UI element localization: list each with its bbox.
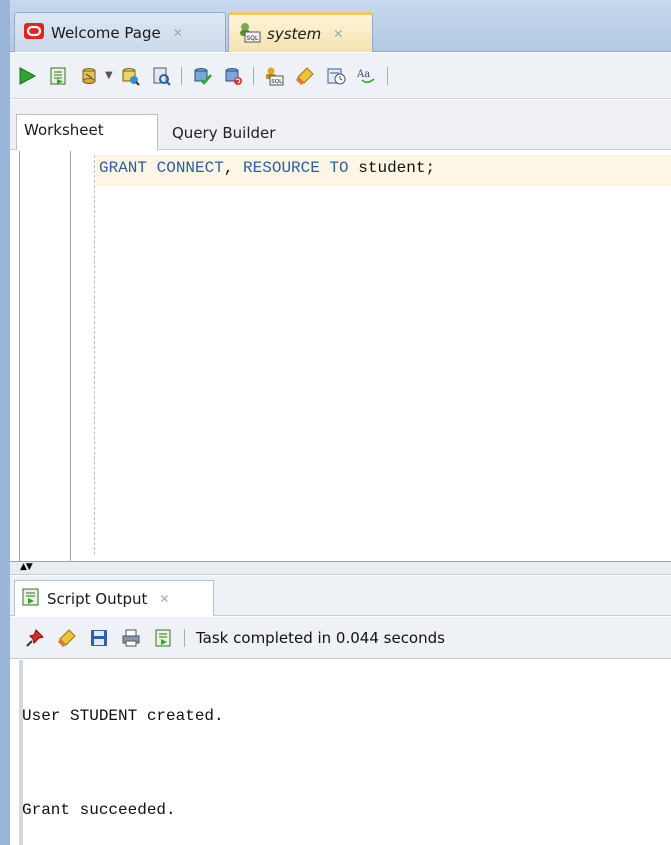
to-upper-lower-icon[interactable]: Aa — [356, 65, 378, 87]
rollback-icon[interactable] — [222, 65, 244, 87]
svg-text:Aa: Aa — [356, 69, 370, 80]
close-icon[interactable]: ✕ — [333, 27, 343, 41]
close-icon[interactable]: ✕ — [159, 592, 169, 606]
sql-tuning-icon[interactable] — [150, 65, 172, 87]
sql-keyword: GRANT CONNECT — [99, 159, 224, 177]
open-script-icon[interactable] — [152, 627, 174, 649]
output-line: Grant succeeded. — [22, 801, 176, 819]
script-output-area[interactable]: User STUDENT created. Grant succeeded. — [10, 660, 671, 845]
tab-system-label: system — [267, 24, 322, 43]
line-gutter — [19, 151, 71, 561]
autotrace-icon[interactable] — [78, 65, 100, 87]
output-tab-strip: Script Output ✕ — [10, 576, 671, 616]
tab-welcome-page[interactable]: Welcome Page ✕ — [14, 12, 226, 52]
worksheet-subtabs: Worksheet Query Builder — [10, 100, 671, 150]
svg-text:SQL: SQL — [271, 79, 283, 85]
output-line: User STUDENT created. — [22, 707, 224, 725]
run-statement-icon[interactable] — [16, 65, 38, 87]
sql-editor[interactable]: GRANT CONNECT, RESOURCE TO student; — [10, 151, 671, 561]
oracle-logo-icon — [23, 22, 45, 44]
output-toolbar: Task completed in 0.044 seconds — [10, 617, 671, 659]
clear-icon[interactable] — [294, 65, 316, 87]
sql-history-icon[interactable] — [325, 65, 347, 87]
chevron-down-icon[interactable]: ▼ — [105, 70, 113, 81]
worksheet-toolbar: ▼ SQL Aa — [10, 53, 671, 99]
tab-script-output[interactable]: Script Output ✕ — [14, 580, 214, 616]
close-icon[interactable]: ✕ — [173, 26, 183, 40]
sql-keyword: RESOURCE TO — [243, 159, 349, 177]
toolbar-separator — [386, 66, 388, 85]
explain-plan-icon[interactable] — [119, 65, 141, 87]
sql-identifier: student; — [348, 159, 436, 177]
toolbar-separator — [252, 66, 254, 85]
commit-icon[interactable] — [191, 65, 213, 87]
tab-worksheet[interactable]: Worksheet — [16, 114, 158, 150]
save-icon[interactable] — [88, 627, 110, 649]
print-icon[interactable] — [120, 627, 142, 649]
tab-welcome-label: Welcome Page — [51, 23, 161, 42]
unshared-sql-icon[interactable]: SQL — [263, 65, 285, 87]
document-tab-strip: Welcome Page ✕ SQL system ✕ — [10, 0, 671, 52]
sql-punctuation: , — [223, 159, 244, 177]
task-status-text: Task completed in 0.044 seconds — [196, 628, 445, 647]
tab-system[interactable]: SQL system ✕ — [228, 12, 373, 52]
script-output-label: Script Output — [47, 589, 148, 608]
tab-query-builder[interactable]: Query Builder — [166, 120, 281, 150]
run-script-icon[interactable] — [47, 65, 69, 87]
collapse-expand-arrows-icon[interactable]: ▲▼ — [20, 563, 33, 572]
pin-icon[interactable] — [24, 627, 46, 649]
panel-splitter[interactable]: ▲▼ — [10, 561, 671, 575]
toolbar-separator — [184, 628, 185, 647]
clear-icon[interactable] — [56, 627, 78, 649]
sql-statement[interactable]: GRANT CONNECT, RESOURCE TO student; — [99, 159, 435, 177]
script-output-icon — [21, 587, 41, 611]
window-edge — [0, 0, 10, 845]
fold-guide — [94, 155, 95, 555]
sql-connection-icon: SQL — [237, 21, 261, 47]
toolbar-separator — [180, 66, 182, 85]
svg-text:SQL: SQL — [247, 35, 260, 42]
